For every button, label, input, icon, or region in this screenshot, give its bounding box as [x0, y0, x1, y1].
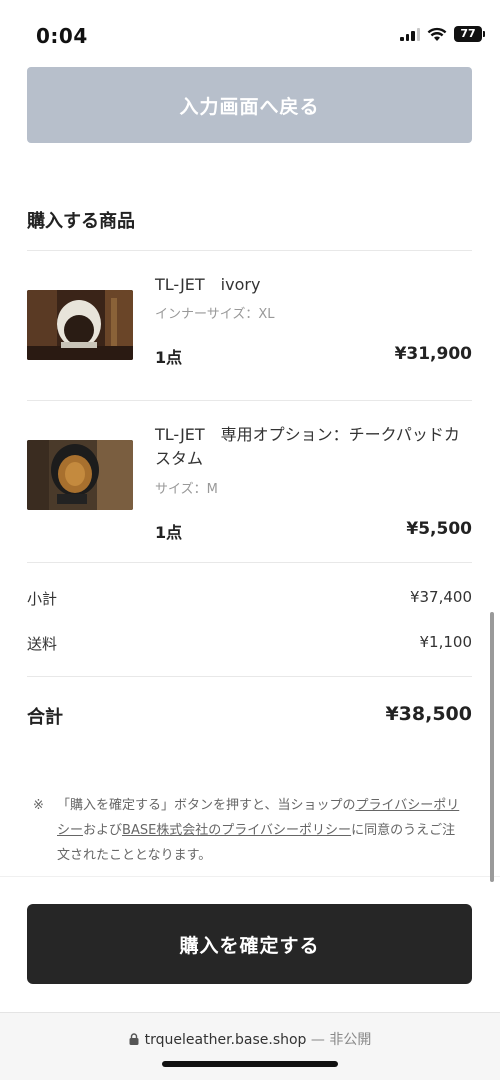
- item-variant: インナーサイズ：XL: [155, 307, 275, 322]
- product-image: [27, 440, 133, 510]
- total-label: 合計: [27, 707, 63, 728]
- notice-mark: ※: [33, 798, 44, 813]
- scrollbar[interactable]: [490, 612, 494, 882]
- shipping-label: 送料: [27, 635, 58, 653]
- back-to-input-button[interactable]: 入力画面へ戻る: [27, 67, 472, 143]
- url-separator: —: [306, 1032, 330, 1048]
- notice-text: 「購入を確定する」ボタンを押すと、当ショップの: [57, 798, 356, 813]
- product-image: [27, 290, 133, 360]
- browser-url-bar[interactable]: trqueleather.base.shop — 非公開: [0, 1012, 500, 1080]
- url-visibility: 非公開: [329, 1032, 372, 1048]
- status-time: 0:04: [36, 24, 88, 48]
- subtotal-value: ¥37,400: [409, 588, 472, 606]
- wifi-icon: [427, 27, 447, 41]
- item-price: ¥5,500: [406, 519, 472, 539]
- status-bar: 0:04 77: [0, 0, 500, 62]
- confirm-purchase-button[interactable]: 購入を確定する: [27, 904, 472, 984]
- divider: [27, 562, 472, 563]
- battery-icon: 77: [454, 26, 485, 42]
- subtotal-label: 小計: [27, 590, 58, 608]
- home-indicator[interactable]: [162, 1061, 338, 1067]
- privacy-notice: ※ 「購入を確定する」ボタンを押すと、当ショップのプライバシーポリシーおよびBA…: [33, 793, 463, 868]
- cart-item: TL-JET 専用オプション：チークパッドカスタム サイズ：M 1点 ¥5,50…: [27, 400, 472, 562]
- item-price: ¥31,900: [394, 344, 472, 364]
- lock-icon: [129, 1033, 139, 1045]
- total-value: ¥38,500: [385, 703, 472, 725]
- cart-item: TL-JET ivory インナーサイズ：XL 1点 ¥31,900: [27, 250, 472, 400]
- base-privacy-policy-link[interactable]: BASE株式会社のプライバシーポリシー: [122, 823, 351, 838]
- cellular-signal-icon: [400, 27, 420, 41]
- section-title: 購入する商品: [27, 211, 135, 232]
- url-display[interactable]: trqueleather.base.shop — 非公開: [0, 1029, 500, 1049]
- divider: [27, 676, 472, 677]
- item-quantity: 1点: [155, 523, 183, 542]
- shipping-value: ¥1,100: [419, 633, 473, 651]
- item-name: TL-JET 専用オプション：チークパッドカスタム: [155, 425, 460, 468]
- item-name: TL-JET ivory: [155, 275, 261, 294]
- item-variant: サイズ：M: [155, 482, 218, 497]
- item-quantity: 1点: [155, 348, 183, 367]
- url-text: trqueleather.base.shop: [144, 1032, 307, 1048]
- notice-text: および: [83, 823, 123, 838]
- status-icons: 77: [400, 26, 485, 42]
